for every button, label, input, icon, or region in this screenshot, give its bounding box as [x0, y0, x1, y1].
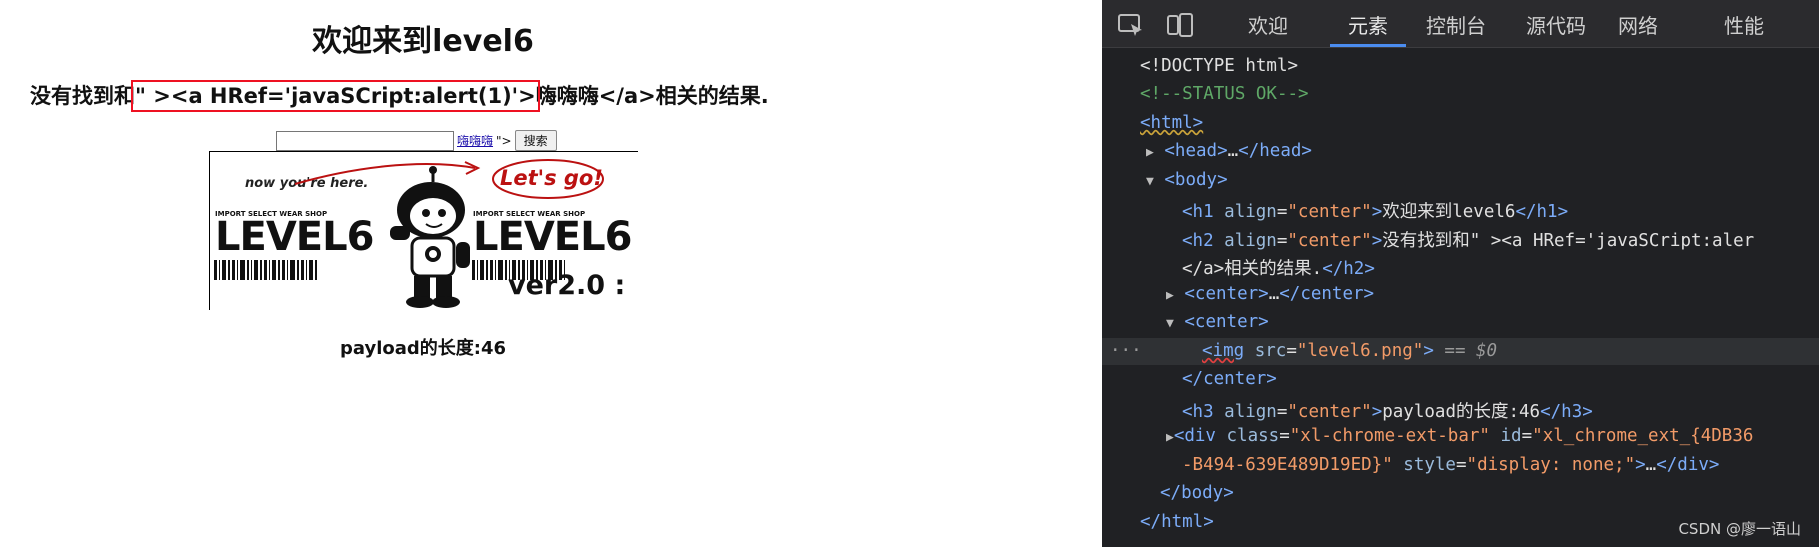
expand-triangle-icon[interactable]: ▶ — [1166, 288, 1174, 303]
inspect-element-icon[interactable] — [1116, 10, 1146, 40]
tab-performance[interactable]: 性能 — [1724, 10, 1764, 39]
dom-img-node[interactable]: <img src="level6.png"> == $0 — [1202, 341, 1497, 361]
h2-suffix: 嗨嗨嗨</a>相关的结果. — [535, 84, 769, 108]
page-heading-h2: 没有找到和" ><a HRef='javaSCript:alert(1)'>嗨嗨… — [30, 80, 769, 112]
collapse-triangle-icon[interactable]: ▼ — [1146, 174, 1154, 189]
rendered-page: 欢迎来到level6 没有找到和" ><a HRef='javaSCript:a… — [0, 0, 1102, 547]
banner-lets-go-text: Let's go! — [500, 166, 603, 190]
page-heading-h1: 欢迎来到level6 — [312, 24, 534, 59]
level6-banner-image: now you're here. Let's go! IMPORT SELECT… — [209, 151, 638, 310]
csdn-watermark: CSDN @廖一语山 — [1678, 520, 1801, 538]
h2-highlighted-payload: " ><a HRef='javaSCript:alert(1)'> — [131, 80, 540, 112]
dom-html-open[interactable]: <html> — [1140, 113, 1203, 133]
tab-sources[interactable]: 源代码 — [1526, 10, 1586, 39]
barcode-left-icon — [214, 260, 317, 280]
dom-html-close[interactable]: </html> — [1140, 512, 1214, 532]
search-button[interactable]: 搜索 — [514, 130, 557, 151]
dom-doctype[interactable]: <!DOCTYPE html> — [1140, 56, 1298, 76]
dom-h1-node[interactable]: <h1 align="center">欢迎来到level6</h1> — [1182, 198, 1568, 223]
robot-mascot-icon — [390, 166, 470, 308]
active-tab-indicator — [1330, 44, 1406, 47]
tab-network[interactable]: 网络 — [1618, 10, 1658, 39]
tab-welcome[interactable]: 欢迎 — [1248, 10, 1288, 39]
devtools-tab-bar: 欢迎 元素 控制台 源代码 网络 性能 — [1102, 0, 1819, 48]
search-form: 嗨嗨嗨 "> 搜索 — [276, 130, 557, 151]
tab-console[interactable]: 控制台 — [1426, 10, 1486, 39]
dom-status-comment[interactable]: <!--STATUS OK--> — [1140, 84, 1309, 104]
dom-head-node[interactable]: ▶ <head>…</head> — [1146, 141, 1312, 161]
expand-triangle-icon[interactable]: ▶ — [1166, 430, 1174, 445]
banner-level-text-right: LEVEL6 — [473, 214, 632, 260]
dom-center-close[interactable]: </center> — [1182, 369, 1277, 389]
payload-length-heading: payload的长度:46 — [339, 338, 507, 359]
dom-div-node-cont[interactable]: -B494-639E489D19ED}" style="display: non… — [1182, 455, 1719, 475]
device-toolbar-icon[interactable] — [1164, 10, 1194, 40]
dom-h2-node[interactable]: <h2 align="center">没有找到和" ><a HRef='java… — [1182, 227, 1754, 252]
dom-h3-node[interactable]: <h3 align="center">payload的长度:46</h3> — [1182, 398, 1593, 423]
form-after-link-text: "> — [496, 133, 512, 148]
dom-body-open[interactable]: ▼ <body> — [1146, 170, 1228, 190]
dom-h2-node-cont[interactable]: </a>相关的结果.</h2> — [1182, 255, 1375, 280]
injected-link[interactable]: 嗨嗨嗨 — [457, 132, 493, 149]
search-input[interactable] — [276, 130, 454, 151]
banner-version-text: ver2.0 : — [508, 270, 626, 301]
dom-center-open[interactable]: ▼ <center> — [1166, 312, 1269, 332]
banner-level-text-left: LEVEL6 — [215, 214, 374, 260]
dom-ellipsis-menu[interactable]: ··· — [1110, 341, 1142, 361]
collapse-triangle-icon[interactable]: ▼ — [1166, 316, 1174, 331]
dom-div-node[interactable]: ▶<div class="xl-chrome-ext-bar" id="xl_c… — [1166, 426, 1753, 446]
tab-elements[interactable]: 元素 — [1348, 10, 1388, 39]
expand-triangle-icon[interactable]: ▶ — [1146, 145, 1154, 160]
dom-center-collapsed[interactable]: ▶ <center>…</center> — [1166, 284, 1374, 304]
h2-prefix: 没有找到和 — [30, 84, 135, 108]
devtools-panel: 欢迎 元素 控制台 源代码 网络 性能 <!DOCTYPE html> <!--… — [1102, 0, 1819, 547]
dom-body-close[interactable]: </body> — [1160, 483, 1234, 503]
